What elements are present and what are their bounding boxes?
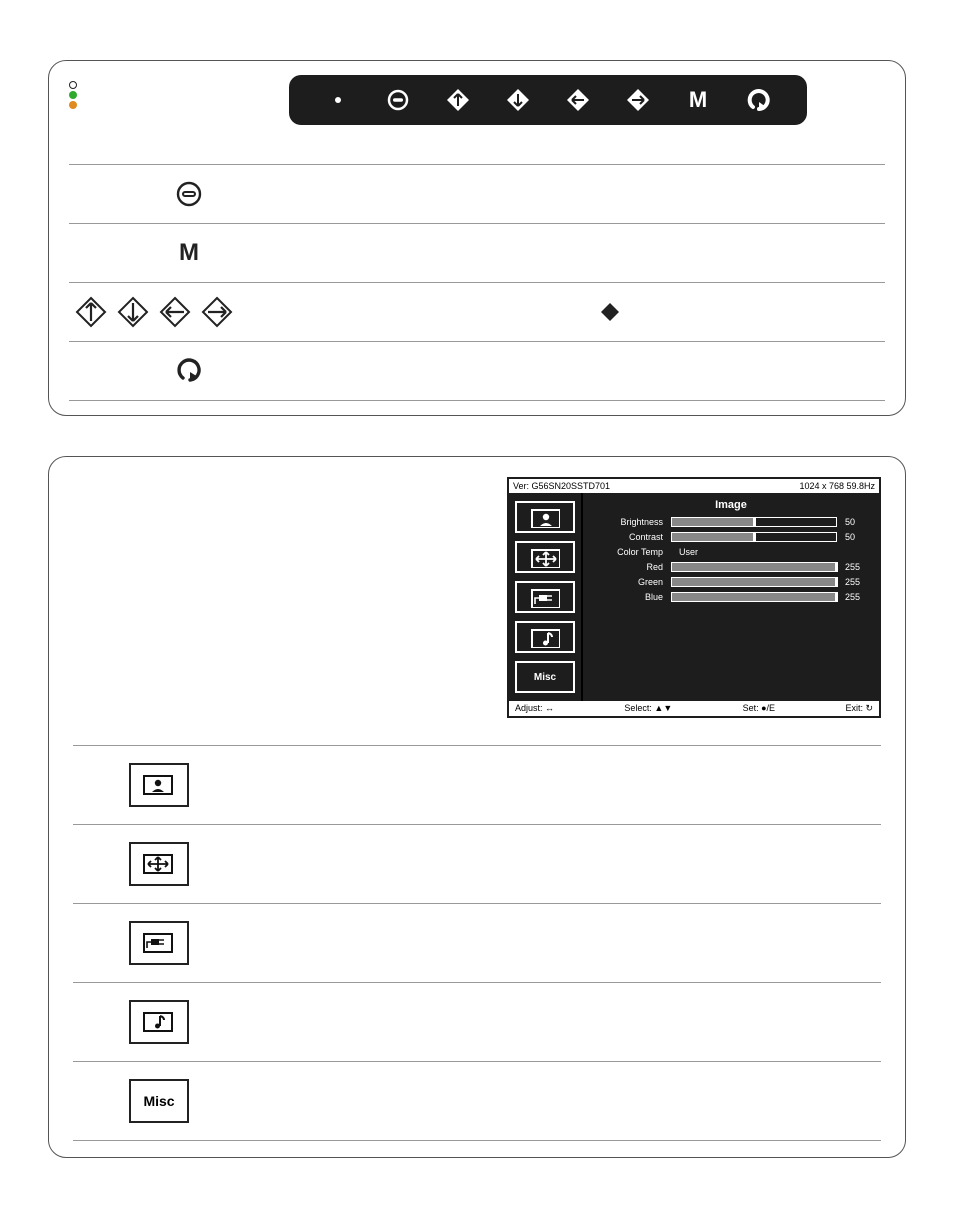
- osd-version: Ver: G56SN20SSTD701: [513, 481, 610, 491]
- up-button-icon[interactable]: [443, 85, 473, 115]
- category-misc-icon: Misc: [129, 1079, 189, 1123]
- osd-item-label: Green: [591, 577, 663, 587]
- osd-slider[interactable]: [671, 532, 837, 542]
- osd-tab-strip: Misc: [509, 493, 583, 701]
- osd-item-value: 255: [845, 577, 871, 587]
- led-indicator-off-icon: [69, 81, 77, 89]
- right-button-icon[interactable]: [623, 85, 653, 115]
- legend-power-icon: [175, 180, 203, 208]
- osd-slider[interactable]: [671, 577, 837, 587]
- osd-item-color-temp[interactable]: Color Temp User: [591, 547, 871, 557]
- left-button-icon[interactable]: [563, 85, 593, 115]
- osd-tab-signal[interactable]: [515, 581, 575, 613]
- category-row-geometry: [73, 824, 881, 904]
- category-row-audio: [73, 982, 881, 1062]
- osd-tab-misc[interactable]: Misc: [515, 661, 575, 693]
- osd-mode: 1024 x 768 59.8Hz: [799, 481, 875, 491]
- legend-down-icon: [117, 296, 149, 328]
- osd-tab-geometry[interactable]: [515, 541, 575, 573]
- category-row-misc: Misc: [73, 1061, 881, 1141]
- osd-item-green[interactable]: Green 255: [591, 577, 871, 587]
- osd-item-label: Brightness: [591, 517, 663, 527]
- osd-item-label: Color Temp: [591, 547, 663, 557]
- led-indicator-green-icon: [69, 91, 77, 99]
- osd-item-label: Blue: [591, 592, 663, 602]
- osd-hint-adjust: Adjust: ↔: [515, 703, 554, 714]
- osd-hint-exit: Exit: ↻: [845, 703, 873, 714]
- legend-menu-icon: M: [179, 239, 199, 267]
- osd-item-brightness[interactable]: Brightness 50: [591, 517, 871, 527]
- osd-slider[interactable]: [671, 562, 837, 572]
- legend-right-icon: [201, 296, 233, 328]
- dot-button-icon[interactable]: [323, 85, 353, 115]
- osd-item-red[interactable]: Red 255: [591, 562, 871, 572]
- front-panel-card: M M: [48, 60, 906, 416]
- osd-header: Ver: G56SN20SSTD701 1024 x 768 59.8Hz: [509, 479, 879, 493]
- menu-button-icon[interactable]: M: [683, 85, 713, 115]
- legend-center-diamond-icon: [600, 302, 620, 322]
- osd-hint-set: Set: ●/E: [743, 703, 775, 714]
- osd-footer: Adjust: ↔ Select: ▲▼ Set: ●/E Exit: ↻: [509, 701, 879, 716]
- power-button-icon[interactable]: [383, 85, 413, 115]
- osd-item-blue[interactable]: Blue 255: [591, 592, 871, 602]
- osd-page-title: Image: [591, 499, 871, 511]
- return-button-icon[interactable]: [743, 85, 773, 115]
- osd-tab-audio[interactable]: [515, 621, 575, 653]
- legend-left-icon: [159, 296, 191, 328]
- osd-hint-select: Select: ▲▼: [624, 703, 672, 714]
- category-row-signal: [73, 903, 881, 983]
- osd-item-label: Contrast: [591, 532, 663, 542]
- legend-up-icon: [75, 296, 107, 328]
- category-image-icon: [129, 763, 189, 807]
- legend-return-icon: [174, 356, 204, 386]
- down-button-icon[interactable]: [503, 85, 533, 115]
- osd-item-value: 50: [845, 517, 871, 527]
- osd-item-value-text: User: [671, 547, 871, 557]
- category-signal-icon: [129, 921, 189, 965]
- category-audio-icon: [129, 1000, 189, 1044]
- led-indicator-orange-icon: [69, 101, 77, 109]
- osd-category-table: Misc: [73, 745, 881, 1141]
- osd-item-value: 255: [845, 592, 871, 602]
- osd-tab-image[interactable]: [515, 501, 575, 533]
- osd-item-contrast[interactable]: Contrast 50: [591, 532, 871, 542]
- category-geometry-icon: [129, 842, 189, 886]
- osd-item-value: 50: [845, 532, 871, 542]
- osd-card: Ver: G56SN20SSTD701 1024 x 768 59.8Hz Mi…: [48, 456, 906, 1158]
- front-panel-button-bar: M: [289, 75, 807, 125]
- osd-slider[interactable]: [671, 517, 837, 527]
- category-row-image: [73, 745, 881, 825]
- osd-window: Ver: G56SN20SSTD701 1024 x 768 59.8Hz Mi…: [507, 477, 881, 718]
- osd-slider[interactable]: [671, 592, 837, 602]
- button-legend-table: M: [69, 164, 885, 401]
- osd-item-label: Red: [591, 562, 663, 572]
- led-stack: [69, 75, 109, 111]
- osd-item-value: 255: [845, 562, 871, 572]
